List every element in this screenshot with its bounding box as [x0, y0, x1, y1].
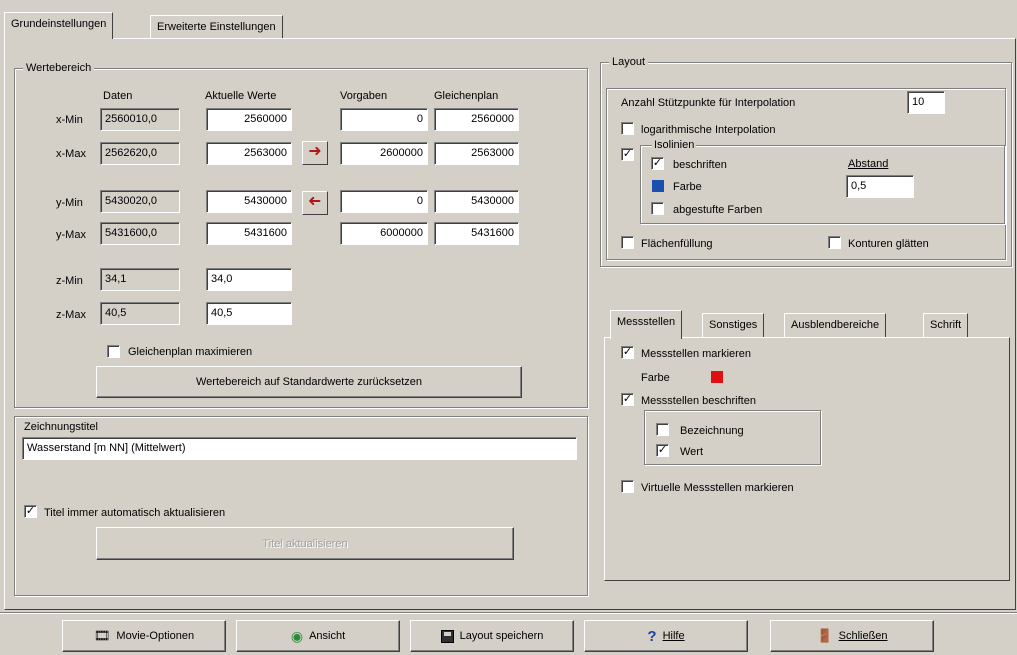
tab-erweiterte-einstellungen[interactable]: Erweiterte Einstellungen — [150, 15, 283, 39]
film-icon: 🎞 — [93, 628, 111, 643]
schliessen-label: Schließen — [838, 630, 888, 642]
save-disk-icon — [440, 629, 454, 643]
ansicht-button[interactable]: ◉ Ansicht — [236, 620, 400, 652]
stuetzpunkte-label: Anzahl Stützpunkte für Interpolation — [621, 97, 796, 109]
reset-wertebereich-button[interactable]: Wertebereich auf Standardwerte zurückset… — [96, 366, 522, 398]
row-label-z-min: z-Min — [56, 275, 83, 287]
tab-schrift[interactable]: Schrift — [923, 313, 969, 337]
footer-separator-highlight — [0, 613, 1017, 614]
z-min-daten: 34,1 — [100, 268, 180, 291]
konturen-glaetten-label: Konturen glätten — [848, 238, 929, 250]
x-min-vorgabe-input[interactable]: 0 — [340, 108, 428, 131]
row-label-y-min: y-Min — [56, 197, 83, 209]
isolinien-checkbox[interactable]: ✓ — [621, 148, 634, 161]
globe-icon: ◉ — [290, 627, 304, 644]
x-max-gleich-input[interactable]: 2563000 — [434, 142, 519, 165]
y-max-daten: 5431600,0 — [100, 222, 180, 245]
arrow-right-x-button[interactable]: ➜ — [302, 141, 328, 165]
isolinien-beschriften-label: beschriften — [673, 159, 727, 171]
messstellen-farbe-swatch[interactable] — [711, 371, 723, 383]
titel-auto-update-label: Titel immer automatisch aktualisieren — [44, 507, 226, 519]
messstellen-farbe-label: Farbe — [641, 372, 670, 384]
y-min-vorgabe-input[interactable]: 0 — [340, 190, 428, 213]
header-gleichenplan: Gleichenplan — [434, 90, 499, 102]
x-max-daten: 2562620,0 — [100, 142, 180, 165]
wert-label: Wert — [680, 446, 704, 458]
wert-checkbox[interactable]: ✓ — [656, 444, 669, 457]
row-label-y-max: y-Max — [56, 229, 86, 241]
messstellen-beschriften-checkbox[interactable]: ✓ — [621, 393, 634, 406]
x-max-vorgabe-input[interactable]: 2600000 — [340, 142, 428, 165]
isolinien-label: Isolinien — [652, 138, 697, 152]
log-interpolation-label: logarithmische Interpolation — [641, 124, 776, 136]
messstellen-markieren-checkbox[interactable]: ✓ — [621, 346, 634, 359]
tab-sonstiges[interactable]: Sonstiges — [702, 313, 765, 337]
flaechenfuellung-label: Flächenfüllung — [641, 238, 713, 250]
isolinien-beschriften-checkbox[interactable]: ✓ — [651, 157, 664, 170]
ansicht-label: Ansicht — [309, 630, 346, 642]
header-vorgaben: Vorgaben — [340, 90, 388, 102]
row-label-x-min: x-Min — [56, 114, 83, 126]
zeichnungstitel-title: Zeichnungstitel — [24, 421, 98, 433]
z-max-daten: 40,5 — [100, 302, 180, 325]
schliessen-button[interactable]: 🚪 Schließen — [770, 620, 934, 652]
header-daten: Daten — [103, 90, 133, 102]
tab-grundeinstellungen[interactable]: Grundeinstellungen — [4, 12, 114, 39]
x-min-gleich-input[interactable]: 2560000 — [434, 108, 519, 131]
konturen-glaetten-checkbox[interactable] — [828, 236, 841, 249]
messstellen-beschriften-label: Messstellen beschriften — [641, 395, 756, 407]
help-question-icon: ? — [647, 627, 657, 645]
bezeichnung-label: Bezeichnung — [680, 425, 744, 437]
z-max-aktuell-input[interactable]: 40,5 — [206, 302, 292, 325]
layout-title: Layout — [609, 55, 649, 69]
arrow-right-icon: ➜ — [308, 143, 322, 160]
tab-messstellen[interactable]: Messstellen — [610, 310, 683, 339]
z-min-aktuell-input[interactable]: 34,0 — [206, 268, 292, 291]
abgestufte-farben-checkbox[interactable] — [651, 202, 664, 215]
y-max-vorgabe-input[interactable]: 6000000 — [340, 222, 428, 245]
x-min-aktuell-input[interactable]: 2560000 — [206, 108, 292, 131]
abstand-label: Abstand — [848, 158, 889, 170]
virtuelle-messstellen-label: Virtuelle Messstellen markieren — [641, 482, 794, 494]
layout-speichern-label: Layout speichern — [459, 630, 544, 642]
flaechenfuellung-checkbox[interactable] — [621, 236, 634, 249]
header-aktuelle-werte: Aktuelle Werte — [205, 90, 277, 102]
movie-options-label: Movie-Optionen — [116, 630, 195, 642]
y-min-gleich-input[interactable]: 5430000 — [434, 190, 519, 213]
hilfe-label: Hilfe — [662, 630, 685, 642]
gleichenplan-maximieren-checkbox[interactable] — [107, 345, 120, 358]
tab-ausblendbereiche[interactable]: Ausblendbereiche — [784, 313, 887, 337]
gleichenplan-maximieren-label: Gleichenplan maximieren — [128, 346, 253, 358]
bezeichnung-checkbox[interactable] — [656, 423, 669, 436]
log-interpolation-checkbox[interactable] — [621, 122, 634, 135]
exit-door-icon: 🚪 — [816, 628, 833, 643]
stuetzpunkte-input[interactable]: 10 — [907, 91, 945, 114]
y-max-gleich-input[interactable]: 5431600 — [434, 222, 519, 245]
wertebereich-title: Wertebereich — [23, 61, 95, 75]
virtuelle-messstellen-checkbox[interactable] — [621, 480, 634, 493]
messstellen-markieren-label: Messstellen markieren — [641, 348, 752, 360]
movie-options-button[interactable]: 🎞 Movie-Optionen — [62, 620, 226, 652]
y-min-aktuell-input[interactable]: 5430000 — [206, 190, 292, 213]
abstand-input[interactable]: 0,5 — [846, 175, 914, 198]
row-label-z-max: z-Max — [56, 309, 86, 321]
y-min-daten: 5430020,0 — [100, 190, 180, 213]
arrow-left-icon: ➜ — [308, 193, 322, 210]
y-max-aktuell-input[interactable]: 5431600 — [206, 222, 292, 245]
hilfe-button[interactable]: ? Hilfe — [584, 620, 748, 652]
x-max-aktuell-input[interactable]: 2563000 — [206, 142, 292, 165]
x-min-daten: 2560010,0 — [100, 108, 180, 131]
titel-aktualisieren-button[interactable]: Titel aktualisieren — [96, 527, 514, 560]
isolinien-farbe-label: Farbe — [673, 181, 702, 193]
titel-auto-update-checkbox[interactable]: ✓ — [24, 505, 37, 518]
zeichnungstitel-input[interactable]: Wasserstand [m NN] (Mittelwert) — [22, 437, 577, 460]
isolinien-farbe-swatch[interactable] — [652, 180, 664, 192]
row-label-x-max: x-Max — [56, 148, 86, 160]
layout-speichern-button[interactable]: Layout speichern — [410, 620, 574, 652]
abgestufte-farben-label: abgestufte Farben — [673, 204, 763, 216]
arrow-left-y-button[interactable]: ➜ — [302, 191, 328, 215]
settings-dialog: Grundeinstellungen Erweiterte Einstellun… — [0, 0, 1017, 655]
